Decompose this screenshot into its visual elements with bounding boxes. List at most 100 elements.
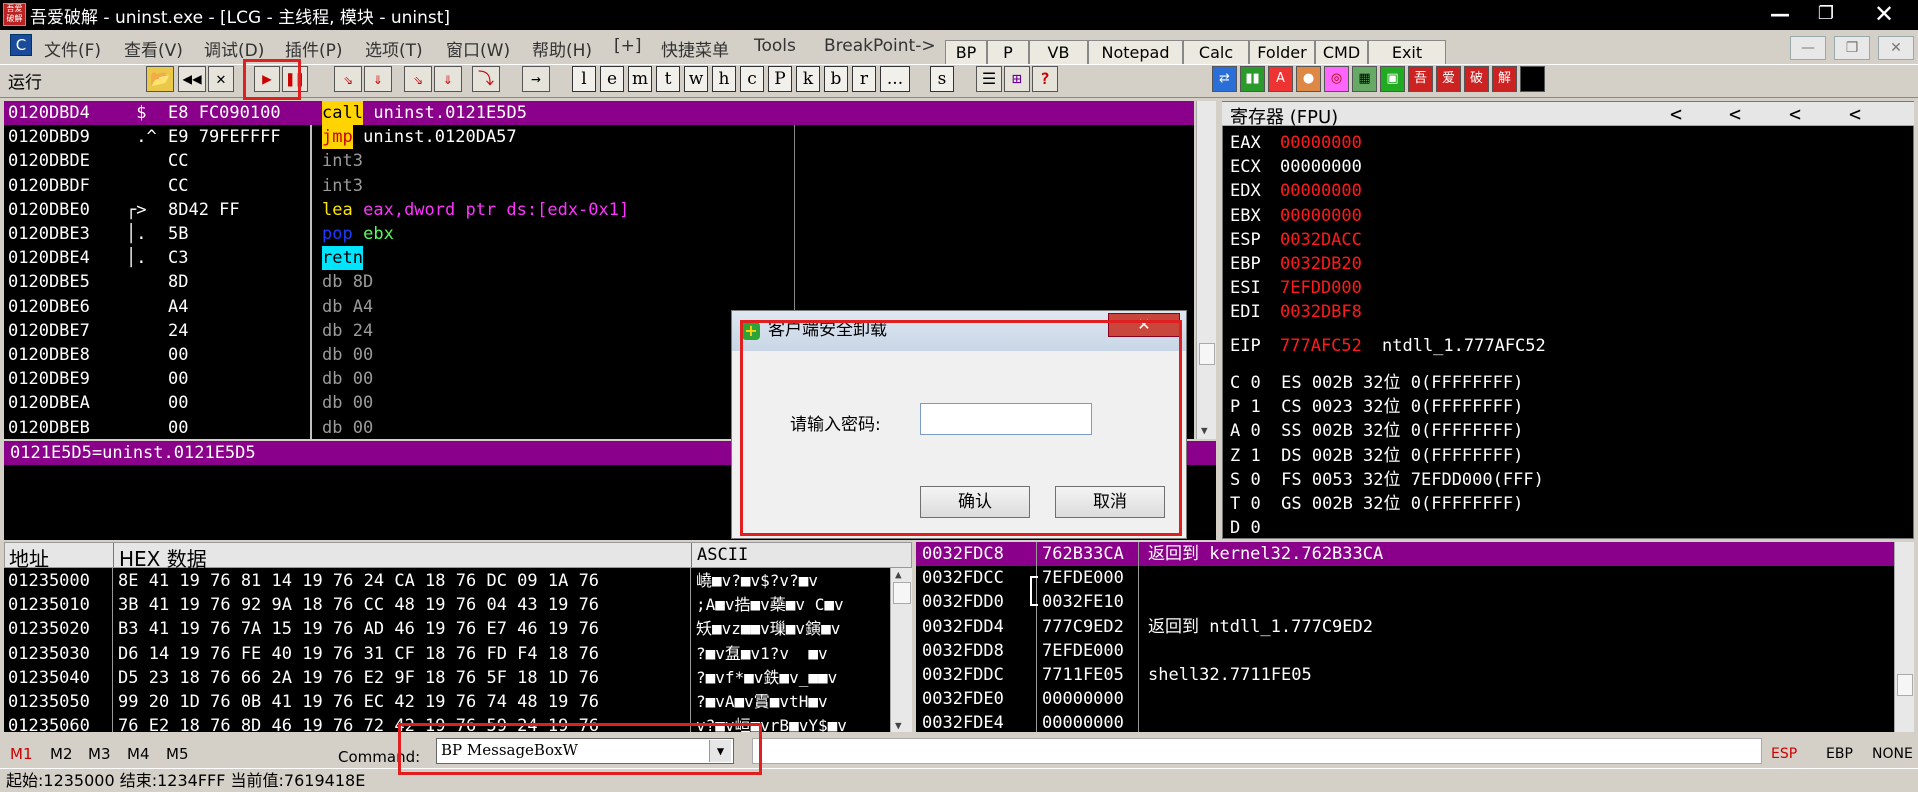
dump-hex[interactable]: 8E 41 19 76 81 14 19 76 24 CA 18 76 DC 0… xyxy=(118,569,599,593)
dump-address[interactable]: 01235010 xyxy=(8,593,90,617)
disasm-mnemonic[interactable]: int3 xyxy=(322,149,363,173)
black-icon[interactable] xyxy=(1520,66,1545,92)
step-into-icon[interactable]: ⇘ xyxy=(334,66,362,92)
reg-nav-1-icon[interactable]: < xyxy=(1670,102,1682,126)
disasm-operands[interactable]: uninst.0120DA57 xyxy=(353,125,517,149)
trace-into-icon[interactable]: ⇘ xyxy=(404,66,432,92)
stack-address[interactable]: 0032FDD8 xyxy=(922,639,1004,663)
menu-help[interactable]: 帮助(H) xyxy=(532,36,592,61)
disasm-address[interactable]: 0120DBE8 xyxy=(8,343,90,367)
disasm-bytes[interactable]: CC xyxy=(168,174,188,198)
tool-t-button[interactable]: t xyxy=(656,66,680,92)
dump-address[interactable]: 01235020 xyxy=(8,617,90,641)
tool-p-button[interactable]: P xyxy=(768,66,792,92)
plugin-notepad-button[interactable]: Notepad xyxy=(1088,40,1183,66)
disasm-address[interactable]: 0120DBE9 xyxy=(8,367,90,391)
logo-ai-icon[interactable]: 爱 xyxy=(1436,66,1461,92)
dump-hex[interactable]: 76 E2 18 76 8D 46 19 76 72 42 19 76 59 2… xyxy=(118,714,599,732)
disasm-mnemonic[interactable]: jmp xyxy=(322,125,353,150)
stack-address[interactable]: 0032FDDC xyxy=(922,663,1004,687)
flag-row[interactable]: A 0 SS 002B 32位 0(FFFFFFFF) xyxy=(1230,419,1523,443)
stack-address[interactable]: 0032FDD4 xyxy=(922,615,1004,639)
minimize-button[interactable]: — xyxy=(1762,0,1798,30)
disasm-mnemonic[interactable]: db 00 xyxy=(322,343,373,367)
disasm-mnemonic[interactable]: db 00 xyxy=(322,416,373,440)
reg-nav-4-icon[interactable]: < xyxy=(1849,102,1861,126)
flag-row[interactable]: S 0 FS 0053 32位 7EFDD000(FFF) xyxy=(1230,468,1544,492)
window-icon[interactable]: ▣ xyxy=(1380,66,1405,92)
stack-value[interactable]: 7EFDE000 xyxy=(1042,639,1124,663)
execute-till-return-icon[interactable]: ⤵ xyxy=(472,66,500,92)
stack-value[interactable]: 7711FE05 xyxy=(1042,663,1124,687)
plugin-folder-button[interactable]: Folder xyxy=(1249,40,1315,66)
disasm-address[interactable]: 0120DBD4 xyxy=(8,101,90,125)
tool-m-button[interactable]: m xyxy=(628,66,652,92)
menu-plus[interactable]: [+] xyxy=(614,36,642,56)
dump-hex[interactable]: 99 20 1D 76 0B 41 19 76 EC 42 19 76 74 4… xyxy=(118,690,599,714)
logo-jie-icon[interactable]: 解 xyxy=(1492,66,1517,92)
tool-e-button[interactable]: e xyxy=(600,66,624,92)
disasm-mnemonic[interactable]: pop xyxy=(322,222,353,246)
password-input[interactable] xyxy=(920,403,1092,435)
step-over-icon[interactable]: ⇓ xyxy=(364,66,392,92)
disasm-mnemonic[interactable]: db A4 xyxy=(322,295,373,319)
disasm-address[interactable]: 0120DBE5 xyxy=(8,270,90,294)
confirm-button[interactable]: 确认 xyxy=(920,486,1030,518)
disasm-address[interactable]: 0120DBEA xyxy=(8,391,90,415)
dump-hex[interactable]: 3B 41 19 76 92 9A 18 76 CC 48 19 76 04 4… xyxy=(118,593,599,617)
close-process-icon[interactable]: ✕ xyxy=(208,66,234,92)
logo-wu-icon[interactable]: 吾 xyxy=(1408,66,1433,92)
disasm-address[interactable]: 0120DBE0 xyxy=(8,198,90,222)
menu-shortcuts[interactable]: 快捷菜单 xyxy=(661,36,729,61)
stack-address[interactable]: 0032FDCC xyxy=(922,566,1004,590)
mdi-close-button[interactable]: ✕ xyxy=(1878,36,1914,60)
circle-icon[interactable]: ● xyxy=(1296,66,1321,92)
disasm-address[interactable]: 0120DBDF xyxy=(8,174,90,198)
plugin-calc-button[interactable]: Calc xyxy=(1183,40,1249,66)
tool-w-button[interactable]: w xyxy=(684,66,708,92)
m2-button[interactable]: M2 xyxy=(50,745,73,763)
esp-button[interactable]: ESP xyxy=(1771,746,1797,762)
menu-options[interactable]: 选项(T) xyxy=(365,36,423,61)
plugin-vb-button[interactable]: VB xyxy=(1029,40,1088,66)
register-value[interactable]: 0032DACC xyxy=(1280,228,1362,252)
disasm-bytes[interactable]: 8D xyxy=(168,270,188,294)
disasm-mnemonic[interactable]: retn xyxy=(322,246,363,271)
disasm-bytes[interactable]: 00 xyxy=(168,343,188,367)
stack-address[interactable]: 0032FDE4 xyxy=(922,711,1004,732)
flag-row[interactable]: D 0 xyxy=(1230,516,1261,540)
tool-k-button[interactable]: k xyxy=(796,66,820,92)
pause-green-icon[interactable]: ▮▮ xyxy=(1240,66,1265,92)
dump-address[interactable]: 01235030 xyxy=(8,642,90,666)
flag-row[interactable]: P 1 CS 0023 32位 0(FFFFFFFF) xyxy=(1230,395,1523,419)
stack-scrollbar[interactable] xyxy=(1894,542,1914,732)
stack-value[interactable]: 00000000 xyxy=(1042,711,1124,732)
disasm-bytes[interactable]: 00 xyxy=(168,367,188,391)
disasm-address[interactable]: 0120DBEB xyxy=(8,416,90,440)
disasm-bytes[interactable]: A4 xyxy=(168,295,188,319)
register-value[interactable]: 00000000 xyxy=(1280,179,1362,203)
menu-tools[interactable]: Tools xyxy=(754,36,796,56)
list-icon[interactable]: ☰ xyxy=(976,66,1002,92)
disasm-mnemonic[interactable]: lea xyxy=(322,198,353,222)
stack-address[interactable]: 0032FDC8 xyxy=(922,542,1004,566)
menu-view[interactable]: 查看(V) xyxy=(124,36,183,61)
grid-icon[interactable]: ⊞ xyxy=(1004,66,1030,92)
flag-row[interactable]: T 0 GS 002B 32位 0(FFFFFFFF) xyxy=(1230,492,1523,516)
flag-row[interactable]: Z 1 DS 002B 32位 0(FFFFFFFF) xyxy=(1230,444,1523,468)
m4-button[interactable]: M4 xyxy=(127,745,150,763)
reg-nav-3-icon[interactable]: < xyxy=(1789,102,1801,126)
logo-po-icon[interactable]: 破 xyxy=(1464,66,1489,92)
dump-ascii[interactable]: ?■v䀁■v1?v ■v xyxy=(696,642,828,666)
dump-hex[interactable]: D5 23 18 76 66 2A 19 76 E2 9F 18 76 5F 1… xyxy=(118,666,599,690)
dump-address[interactable]: 01235040 xyxy=(8,666,90,690)
command-input[interactable]: BP MessageBoxW ▼ xyxy=(436,738,734,764)
disasm-bytes[interactable]: E8 FC090100 xyxy=(168,101,281,125)
none-button[interactable]: NONE xyxy=(1872,746,1913,762)
dump-ascii[interactable]: v?■v峘■vrB■vY$■v xyxy=(696,714,847,732)
plugin-bp-button[interactable]: BP xyxy=(945,40,987,66)
m3-button[interactable]: M3 xyxy=(88,745,111,763)
disasm-mnemonic[interactable]: call xyxy=(322,101,363,125)
chevron-down-icon[interactable]: ▼ xyxy=(709,740,731,762)
menu-breakpoint[interactable]: BreakPoint-> xyxy=(824,36,936,56)
